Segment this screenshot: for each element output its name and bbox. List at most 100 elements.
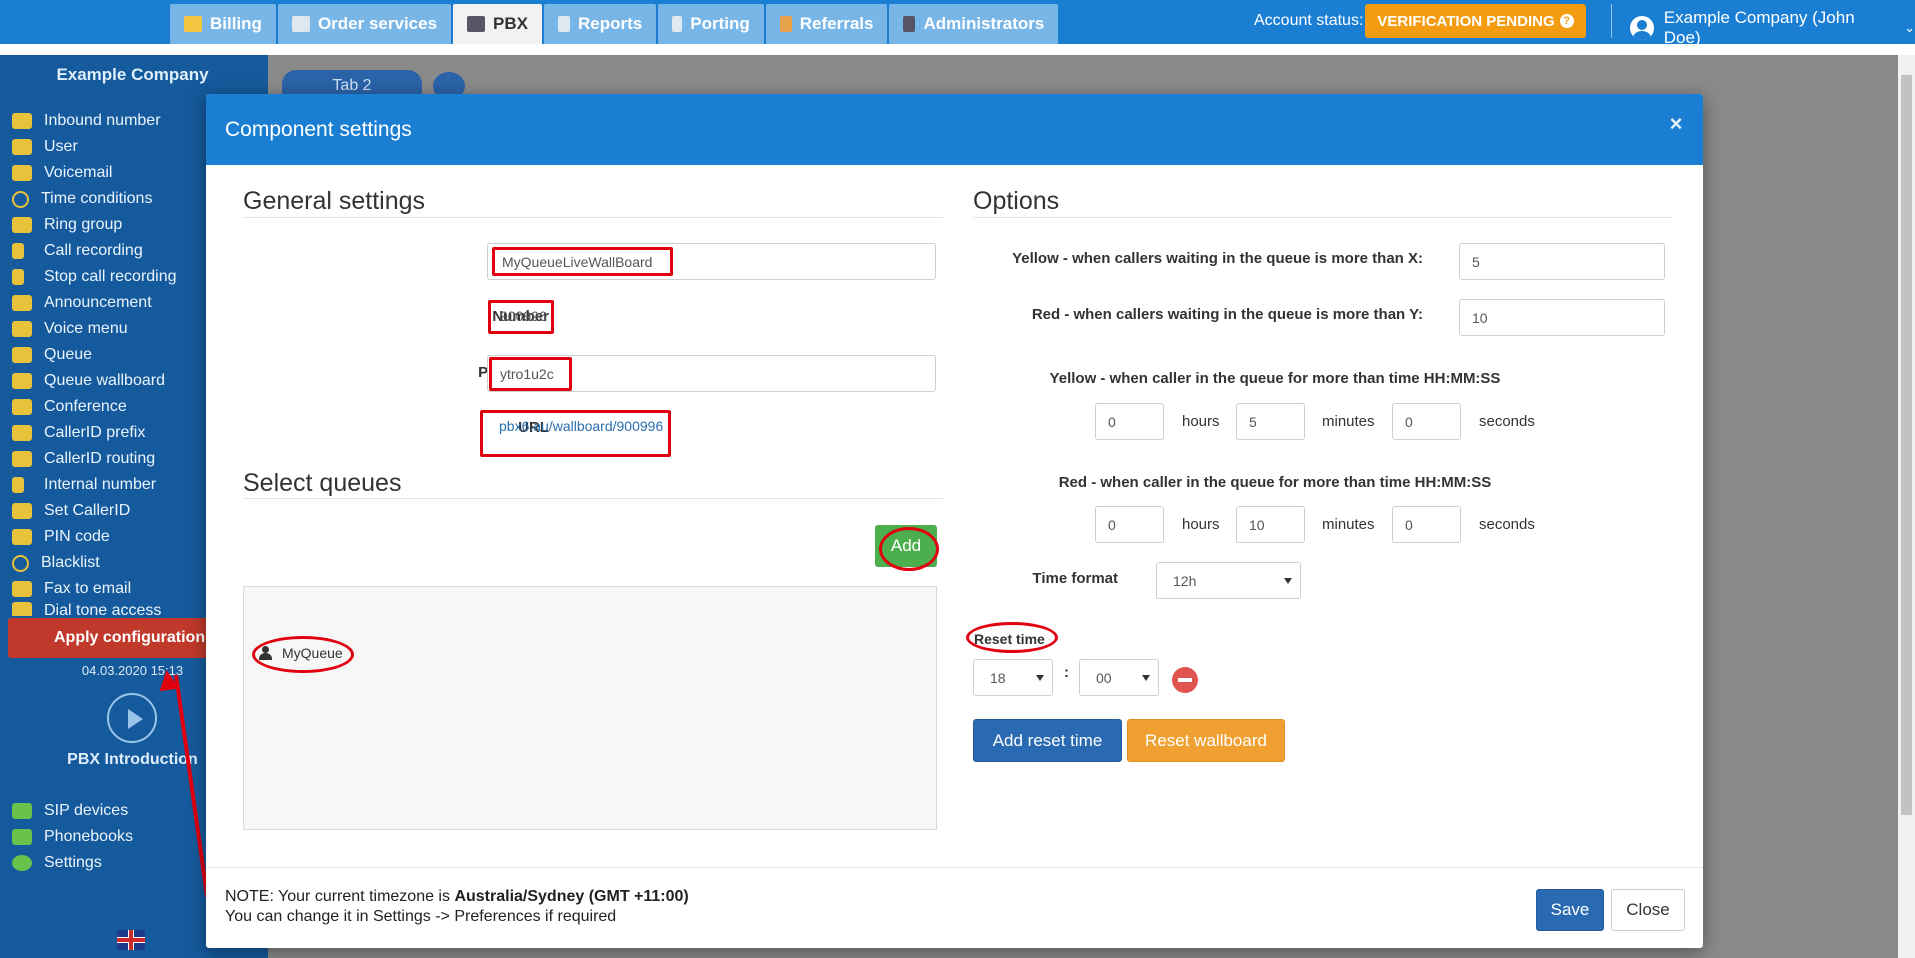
seconds-unit: seconds: [1479, 413, 1535, 430]
close-icon[interactable]: ×: [1664, 112, 1688, 136]
sidebar-menu: Inbound number User Voicemail Time condi…: [12, 108, 177, 616]
reset-hour-select[interactable]: 18: [973, 659, 1053, 696]
component-settings-modal: Component settings × General settings Na…: [206, 94, 1703, 948]
sidebar-item-set-callerid[interactable]: Set CallerID: [12, 498, 177, 524]
sidebar-item-fax-to-email[interactable]: Fax to email: [12, 576, 177, 602]
tab-porting[interactable]: Porting: [658, 4, 764, 44]
yellow-minutes-input[interactable]: 5: [1236, 403, 1305, 440]
grid-icon: [12, 321, 32, 337]
admin-icon: [903, 16, 916, 32]
modal-footer-divider: [206, 867, 1703, 868]
ban-icon: [12, 554, 29, 572]
sidebar-item-sip-devices[interactable]: SIP devices: [12, 798, 133, 824]
sidebar-item-stop-call-recording[interactable]: Stop call recording: [12, 264, 177, 290]
chevron-down-icon: [1036, 675, 1044, 681]
tab-order-services[interactable]: Order services: [277, 4, 452, 44]
yellow-x-input[interactable]: 5: [1459, 243, 1665, 280]
sidebar-item-callerid-prefix[interactable]: CallerID prefix: [12, 420, 177, 446]
sidebar-item-internal-number[interactable]: Internal number: [12, 472, 177, 498]
yellow-seconds-input[interactable]: 0: [1392, 403, 1461, 440]
chevron-down-icon: [1142, 675, 1150, 681]
sidebar-item-user[interactable]: User: [12, 134, 177, 160]
sidebar-item-voice-menu[interactable]: Voice menu: [12, 316, 177, 342]
account-status-label: Account status:: [1254, 12, 1364, 29]
map-pin-icon: [12, 477, 24, 493]
sidebar-item-call-recording[interactable]: Call recording: [12, 238, 177, 264]
modal-header: [206, 94, 1703, 165]
sidebar-item-ring-group[interactable]: Ring group: [12, 212, 177, 238]
page-scrollbar[interactable]: [1898, 55, 1915, 958]
select-queues-title: Select queues: [243, 469, 402, 497]
cart-icon: [291, 16, 310, 32]
tab-referrals[interactable]: Referrals: [765, 4, 888, 44]
play-icon[interactable]: [107, 693, 157, 743]
phone-icon: [672, 16, 683, 32]
timezone-note: NOTE: Your current timezone is Australia…: [225, 888, 689, 905]
remove-icon[interactable]: [1172, 667, 1198, 693]
envelope-icon: [12, 165, 32, 181]
fax-icon: [12, 581, 32, 597]
red-y-label: Red - when callers waiting in the queue …: [1031, 306, 1423, 323]
gear-icon: [12, 855, 32, 871]
sidebar-company-name: Example Company: [56, 65, 209, 84]
annotation-arrow-head: [156, 668, 180, 692]
timezone-note-line2: You can change it in Settings -> Prefere…: [225, 908, 617, 925]
red-minutes-input[interactable]: 10: [1236, 506, 1305, 543]
add-reset-time-button[interactable]: Add reset time: [973, 719, 1122, 762]
chevron-down-icon: ⌄: [1904, 20, 1915, 35]
help-icon: ?: [1559, 14, 1574, 28]
user-menu[interactable]: Example Company (John Doe) ⌄: [1630, 8, 1915, 48]
referral-icon: [779, 16, 792, 32]
reset-wallboard-button[interactable]: Reset wallboard: [1127, 719, 1285, 762]
section-divider: [243, 498, 943, 499]
scrollbar-thumb[interactable]: [1901, 75, 1912, 815]
sidebar-item-announcement[interactable]: Announcement: [12, 290, 177, 316]
conference-icon: [12, 399, 32, 415]
uk-flag-icon[interactable]: [117, 930, 145, 950]
sidebar-item-conference[interactable]: Conference: [12, 394, 177, 420]
verification-pending-button[interactable]: VERIFICATION PENDING ?: [1365, 4, 1586, 38]
sidebar-item-voicemail[interactable]: Voicemail: [12, 160, 177, 186]
sidebar-item-inbound-number[interactable]: Inbound number: [12, 108, 177, 134]
sidebar-item-phonebooks[interactable]: Phonebooks: [12, 824, 133, 850]
yellow-hours-input[interactable]: 0: [1095, 403, 1164, 440]
timezone-value: Australia/Sydney (GMT +11:00): [454, 888, 689, 905]
sidebar-item-queue[interactable]: Queue: [12, 342, 177, 368]
seconds-unit: seconds: [1479, 516, 1535, 533]
tab-billing[interactable]: Billing: [170, 4, 276, 44]
key-icon: [12, 529, 32, 545]
yellow-time-label: Yellow - when caller in the queue for mo…: [1049, 370, 1501, 387]
tab-administrators[interactable]: Administrators: [889, 4, 1059, 44]
main-tabs: Billing Order services PBX Reports Porti…: [170, 4, 1060, 44]
clock-icon: [12, 190, 29, 208]
group-icon: [12, 217, 32, 233]
sidebar-item-time-conditions[interactable]: Time conditions: [12, 186, 177, 212]
general-settings-title: General settings: [243, 187, 426, 215]
sidebar-item-settings[interactable]: Settings: [12, 850, 133, 876]
annotation-highlight: [488, 300, 554, 334]
close-button[interactable]: Close: [1611, 889, 1685, 931]
sidebar-item-pin-code[interactable]: PIN code: [12, 524, 177, 550]
time-format-select[interactable]: 12h: [1156, 562, 1301, 599]
add-user-icon: [12, 347, 32, 363]
hours-unit: hours: [1182, 516, 1220, 533]
sidebar-item-queue-wallboard[interactable]: Queue wallboard: [12, 368, 177, 394]
section-divider: [243, 217, 943, 218]
sidebar-item-dial-tone-access[interactable]: Dial tone access: [12, 602, 177, 616]
queue-list-box[interactable]: [243, 586, 937, 830]
sidebar-item-callerid-routing[interactable]: CallerID routing: [12, 446, 177, 472]
red-y-input[interactable]: 10: [1459, 299, 1665, 336]
red-hours-input[interactable]: 0: [1095, 506, 1164, 543]
tab-reports[interactable]: Reports: [544, 4, 657, 44]
tab-pbx[interactable]: PBX: [453, 4, 543, 44]
microphone-icon: [12, 243, 24, 259]
reset-minute-select[interactable]: 00: [1079, 659, 1159, 696]
id-card-icon: [12, 503, 32, 519]
list-icon: [12, 425, 32, 441]
options-title: Options: [973, 187, 1060, 215]
lock-icon: [12, 602, 32, 616]
sitemap-icon: [12, 451, 32, 467]
save-button[interactable]: Save: [1536, 889, 1604, 931]
red-seconds-input[interactable]: 0: [1392, 506, 1461, 543]
sidebar-item-blacklist[interactable]: Blacklist: [12, 550, 177, 576]
